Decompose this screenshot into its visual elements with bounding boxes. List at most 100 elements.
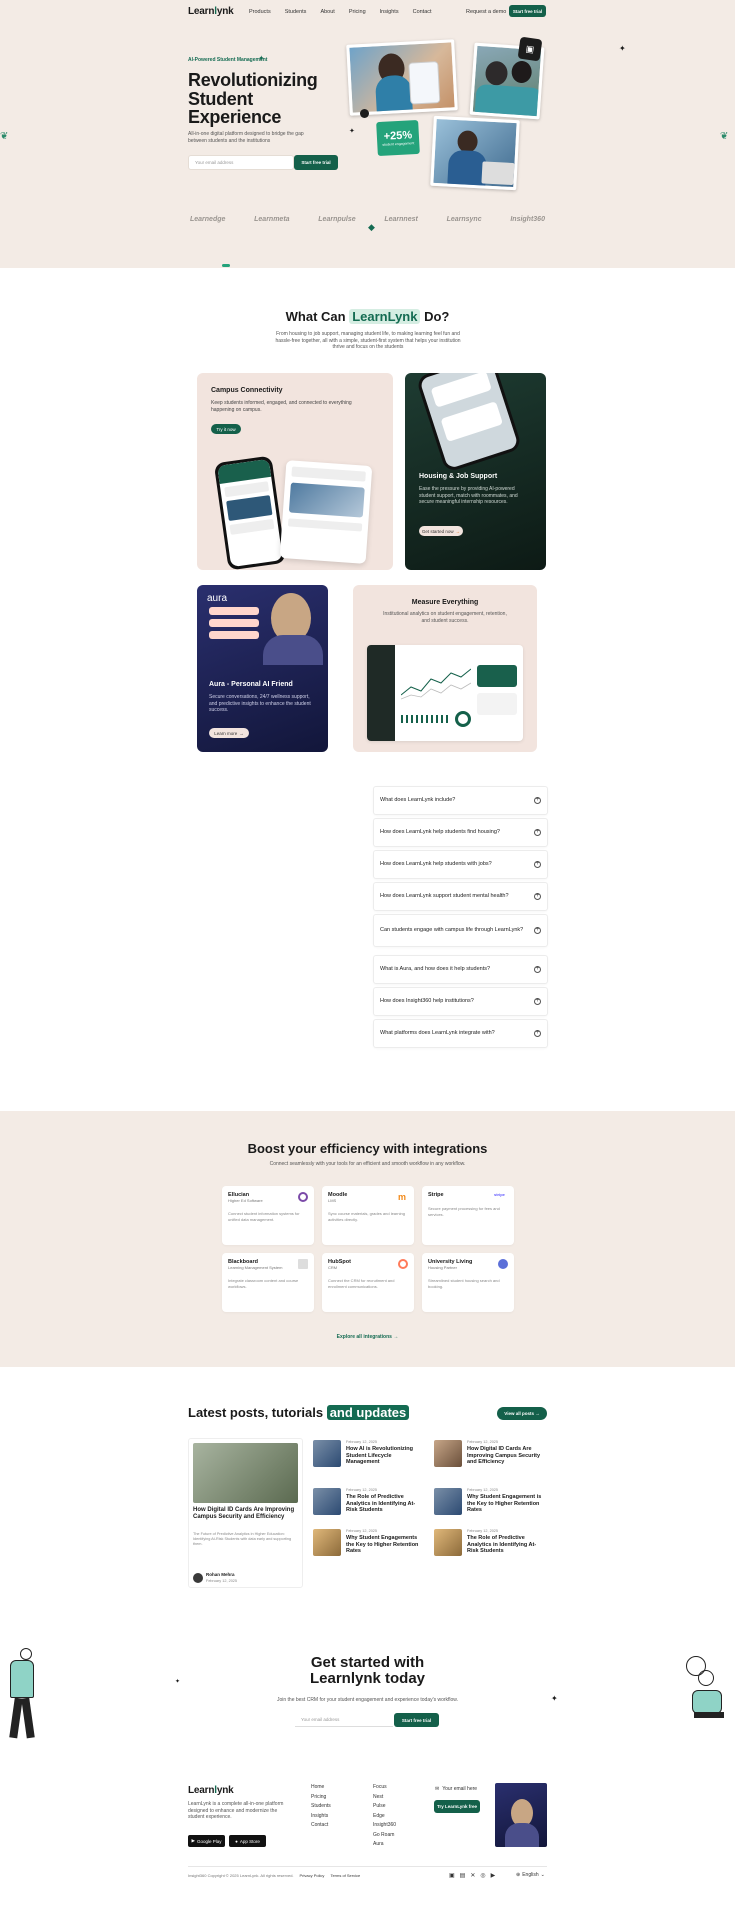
nav-students[interactable]: Students (285, 9, 307, 15)
faq-item[interactable]: Can students engage with campus life thr… (373, 914, 548, 947)
aura-learn-more-button[interactable]: Learn more → (209, 728, 249, 738)
post-item[interactable]: February 12, 2025 The Role of Predictive… (434, 1529, 546, 1556)
post-item[interactable]: February 12, 2025 Why Student Engagement… (434, 1488, 546, 1515)
cta-email-input[interactable]: Your email address (295, 1713, 393, 1727)
cta-title-line1: Get started with (310, 1654, 425, 1671)
dashboard-bars (401, 715, 451, 723)
view-all-posts-button[interactable]: View all posts → (497, 1407, 547, 1420)
post-date: February 12, 2025 (467, 1440, 499, 1444)
language-selector[interactable]: ⊕ English ⌄ (516, 1872, 545, 1878)
nav-insights[interactable]: Insights (380, 9, 399, 15)
stat-label: student engagement (382, 141, 415, 147)
photo-app-screen (408, 61, 441, 105)
google-play-badge[interactable]: ▶ Google Play (188, 1835, 225, 1847)
hero-subtitle: All-in-one digital platform designed to … (188, 131, 304, 144)
footer-link[interactable]: Home (311, 1783, 331, 1793)
nav-contact[interactable]: Contact (413, 9, 432, 15)
faq-item[interactable]: What platforms does LearnLynk integrate … (373, 1019, 548, 1048)
post-thumbnail (434, 1488, 462, 1515)
campus-card-title: Campus Connectivity (211, 387, 283, 394)
instagram-icon[interactable]: ◎ (480, 1872, 485, 1879)
faq-item[interactable]: What is Aura, and how does it help stude… (373, 955, 548, 984)
footer-link[interactable]: Focus (373, 1783, 396, 1793)
footer-link[interactable]: Edge (373, 1812, 396, 1822)
globe-icon: ⊕ (516, 1872, 521, 1878)
featured-post-card[interactable]: How Digital ID Cards Are Improving Campu… (188, 1438, 303, 1588)
plus-icon: + (534, 966, 541, 973)
footer-divider (188, 1866, 547, 1867)
integration-card-blackboard[interactable]: Blackboard Learning Management System In… (222, 1253, 314, 1312)
post-item[interactable]: February 12, 2025 How Digital ID Cards A… (434, 1440, 546, 1467)
logo-text-end: ynk (216, 6, 234, 17)
aura-card: aura Aura - Personal AI Friend Secure co… (197, 585, 328, 752)
hero-email-input[interactable]: Your email address (188, 155, 294, 170)
sparkle-icon: ✦ (619, 44, 626, 53)
calendar-icon: ▣ (517, 36, 543, 62)
faq-item[interactable]: How does LearnLynk help students with jo… (373, 850, 548, 879)
integration-card-university-living[interactable]: University Living Housing Partner Stream… (422, 1253, 514, 1312)
terms-link[interactable]: Terms of Service (330, 1873, 360, 1878)
features-subtitle: From housing to job support, managing st… (275, 331, 461, 350)
integration-card-ellucian[interactable]: Ellucian Higher Ed Software Connect stud… (222, 1186, 314, 1245)
stripe-icon: stripe (494, 1192, 505, 1197)
post-item[interactable]: February 12, 2025 Why Student Engagement… (313, 1529, 423, 1556)
faq-item[interactable]: How does LearnLynk help students find ho… (373, 818, 548, 847)
post-date: February 12, 2025 (346, 1529, 378, 1533)
footer-link[interactable]: Contact (311, 1821, 331, 1831)
footer-link[interactable]: Insights (311, 1812, 331, 1822)
post-item[interactable]: February 12, 2025 The Role of Predictive… (313, 1488, 423, 1515)
integration-card-moodle[interactable]: Moodle LMS Sync course materials, grades… (322, 1186, 414, 1245)
app-store-badge[interactable]: ● App Store (229, 1835, 266, 1847)
faq-question: Can students engage with campus life thr… (380, 927, 524, 933)
linkedin-icon[interactable]: ▣ (449, 1872, 455, 1879)
campus-card-text: Keep students informed, engaged, and con… (211, 400, 352, 413)
youtube-icon[interactable]: ▶ (491, 1872, 496, 1879)
footer-link[interactable]: Nest (373, 1793, 396, 1803)
phone-mockup (213, 455, 287, 570)
campus-try-button[interactable]: Try it now (211, 424, 241, 434)
footer-link[interactable]: Pricing (311, 1793, 331, 1803)
facebook-icon[interactable]: ▤ (460, 1872, 466, 1879)
chat-bubble (209, 607, 259, 615)
cta-start-trial-button[interactable]: Start free trial (394, 1713, 439, 1727)
logo-text: Learn (188, 6, 215, 17)
faq-item[interactable]: How does Insight360 help institutions? + (373, 987, 548, 1016)
housing-get-started-button[interactable]: Get started now → (419, 526, 463, 536)
mail-icon: ✉ (435, 1786, 440, 1792)
sparkle-icon: ✦ (258, 54, 265, 63)
explore-integrations-link[interactable]: Explore all integrations → (190, 1334, 545, 1340)
faq-question: How does LearnLynk help students find ho… (380, 829, 500, 835)
faq-item[interactable]: How does LearnLynk support student menta… (373, 882, 548, 911)
posts-title-pre: Latest posts, tutorials (188, 1405, 324, 1420)
privacy-link[interactable]: Privacy Policy (300, 1873, 325, 1878)
nav-start-trial-button[interactable]: Start free trial (509, 5, 546, 17)
measure-card-text: Institutional analytics on student engag… (383, 611, 507, 624)
hero-title-line2: Student (188, 88, 253, 109)
footer-link[interactable]: Aura (373, 1840, 396, 1850)
logo-text-end: ynk (216, 1785, 234, 1796)
integration-card-hubspot[interactable]: HubSpot CRM Connect the CRM for recruitm… (322, 1253, 414, 1312)
nav-products[interactable]: Products (249, 9, 271, 15)
x-icon[interactable]: ✕ (470, 1872, 475, 1879)
nav-about[interactable]: About (320, 9, 334, 15)
faq-item[interactable]: What does LearnLynk include? + (373, 786, 548, 815)
housing-card-text: Ease the pressure by providing AI-powere… (419, 486, 518, 505)
footer-link[interactable]: Pulse (373, 1802, 396, 1812)
post-item[interactable]: February 12, 2025 How AI is Revolutioniz… (313, 1440, 423, 1467)
footer-link[interactable]: Students (311, 1802, 331, 1812)
footer-link[interactable]: Go Roam (373, 1831, 396, 1841)
partner-logo: Learnnest (384, 216, 418, 223)
features-title-brand: LearnLynk (349, 309, 421, 324)
integration-card-stripe[interactable]: Stripe Secure payment processing for fee… (422, 1186, 514, 1245)
logo[interactable]: Learnlynk (188, 6, 234, 17)
aura-card-title: Aura - Personal AI Friend (209, 681, 293, 688)
sparkle-icon: ✦ (175, 1679, 181, 1685)
request-demo-link[interactable]: Request a demo (466, 9, 506, 15)
integration-category: Learning Management System (228, 1265, 283, 1270)
footer-link[interactable]: Insight360 (373, 1821, 396, 1831)
plus-icon: + (534, 797, 541, 804)
footer-logo[interactable]: Learnlynk (188, 1785, 234, 1796)
nav-pricing[interactable]: Pricing (349, 9, 366, 15)
footer-try-free-button[interactable]: Try LearnLynk free (434, 1800, 480, 1813)
hero-start-trial-button[interactable]: Start free trial (294, 155, 338, 170)
